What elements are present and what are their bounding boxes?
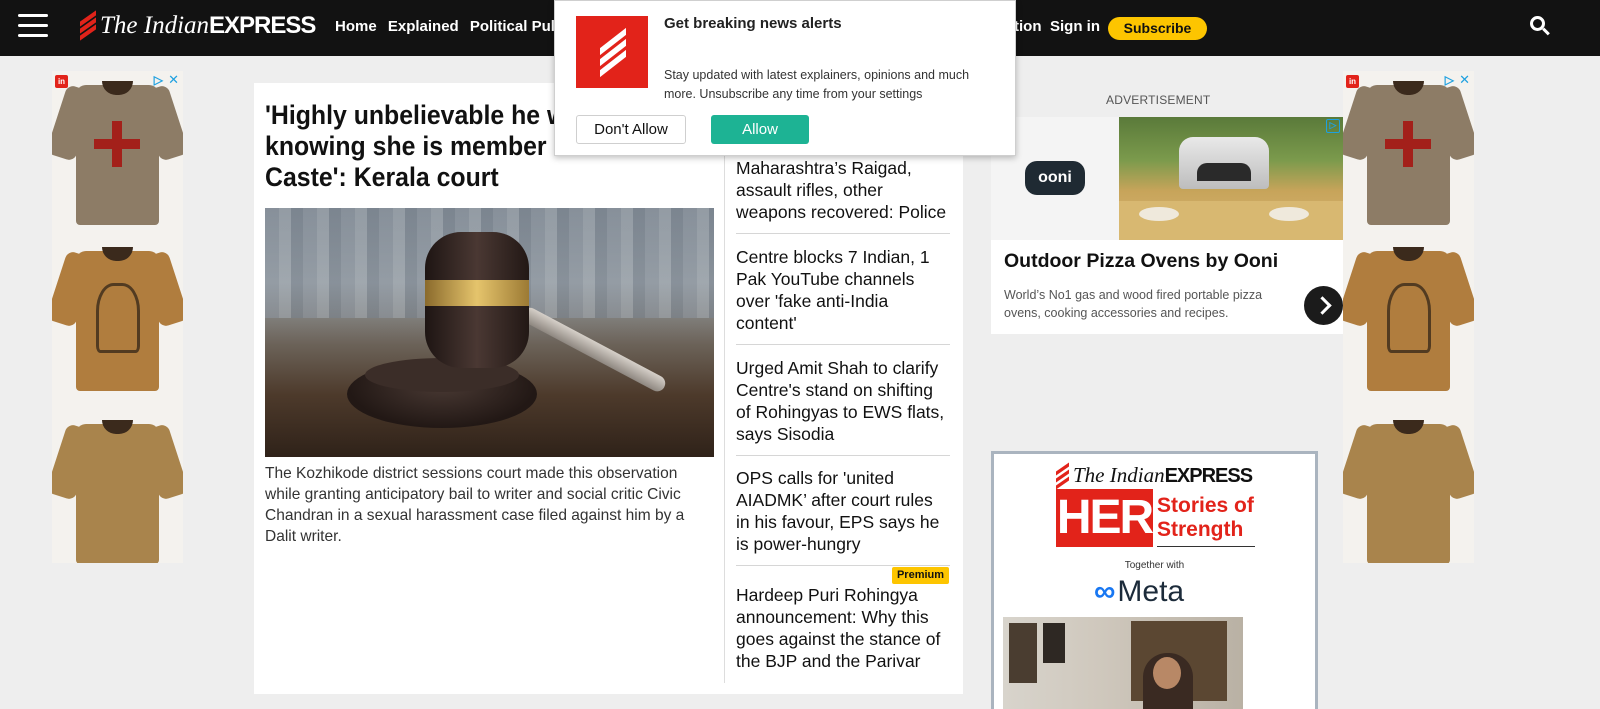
- ad-title[interactable]: Outdoor Pizza Ovens by Ooni: [1004, 250, 1278, 273]
- tagline-line: Stories of: [1157, 494, 1254, 517]
- ad-description: World’s No1 gas and wood fired portable …: [1004, 288, 1263, 320]
- site-logo[interactable]: The IndianEXPRESS: [80, 10, 316, 41]
- premium-badge: Premium: [892, 567, 949, 584]
- ad-badge: in: [55, 75, 68, 88]
- nav-item-home[interactable]: Home: [335, 18, 377, 35]
- dont-allow-button[interactable]: Don't Allow: [576, 115, 686, 144]
- ad-image[interactable]: ▷: [1119, 117, 1343, 240]
- subscribe-button[interactable]: Subscribe: [1108, 17, 1207, 40]
- lead-story-image[interactable]: [265, 208, 714, 457]
- shirt-image: [52, 243, 183, 393]
- logo-mark-icon: [80, 10, 96, 41]
- chevron-right-icon[interactable]: [1304, 286, 1343, 325]
- meta-wordmark: Meta: [1117, 575, 1185, 608]
- ad-badge: in: [1346, 75, 1359, 88]
- her-ad-logo: The IndianEXPRESS: [1056, 462, 1253, 490]
- nav-item-partial[interactable]: tion: [1014, 18, 1042, 35]
- search-icon[interactable]: [1530, 16, 1550, 36]
- shirt-image: [1343, 416, 1474, 563]
- notification-title: Get breaking news alerts: [664, 15, 842, 32]
- meta-infinity-icon: ∞: [1094, 575, 1116, 608]
- adchoices-icon[interactable]: ▷: [1445, 73, 1454, 87]
- right-skyscraper-ad[interactable]: in ▷ ✕: [1343, 71, 1474, 563]
- divider: [1157, 546, 1255, 547]
- close-icon[interactable]: ✕: [168, 72, 179, 88]
- lead-story-card: 'Highly unbelievable he wi knowing she i…: [254, 83, 963, 694]
- her-wordmark: HER: [1056, 489, 1154, 547]
- push-notification-prompt: Get breaking news alerts Stay updated wi…: [554, 0, 1016, 156]
- divider: [736, 233, 950, 234]
- her-tagline: Stories of Strength: [1157, 494, 1254, 542]
- shirt-image: [1343, 243, 1474, 393]
- allow-button[interactable]: Allow: [711, 115, 809, 144]
- logo-text-express: EXPRESS: [209, 12, 316, 39]
- story-link[interactable]: Hardeep Puri Rohingya announcement: Why …: [736, 584, 950, 672]
- lead-story-summary: The Kozhikode district sessions court ma…: [265, 465, 685, 545]
- tagline-line: Strength: [1157, 518, 1244, 541]
- close-icon[interactable]: ✕: [1459, 72, 1470, 88]
- ooni-logo: ooni: [1025, 161, 1085, 195]
- nav-item-explained[interactable]: Explained: [388, 18, 459, 35]
- divider: [736, 565, 950, 566]
- headline-line[interactable]: Caste': Kerala court: [265, 162, 697, 193]
- brand-logo-icon: [576, 16, 648, 88]
- meta-logo: ∞Meta: [1094, 575, 1184, 609]
- shirt-image: [1343, 77, 1474, 227]
- partner-label: Together with: [1124, 560, 1185, 571]
- story-link[interactable]: Urged Amit Shah to clarify Centre's stan…: [736, 357, 950, 445]
- sign-in-link[interactable]: Sign in: [1050, 18, 1100, 35]
- story-link[interactable]: OPS calls for 'united AIADMK’ after cour…: [736, 467, 950, 555]
- ooni-ad[interactable]: ooni ▷ Outdoor Pizza Ovens by Ooni World…: [991, 117, 1343, 334]
- her-stories-of-strength-ad[interactable]: The IndianEXPRESS HER Stories of Strengt…: [991, 451, 1318, 709]
- divider: [736, 455, 950, 456]
- logo-text-express: EXPRESS: [1164, 465, 1253, 487]
- hamburger-menu-icon[interactable]: [18, 14, 48, 40]
- story-link[interactable]: Centre blocks 7 Indian, 1 Pak YouTube ch…: [736, 246, 950, 334]
- nav-item-partial-label[interactable]: tion: [1014, 18, 1042, 35]
- shirt-image: [52, 416, 183, 563]
- divider: [736, 344, 950, 345]
- advertisement-label: ADVERTISEMENT: [1106, 93, 1211, 107]
- logo-text-the-indian: The Indian: [1073, 463, 1165, 487]
- notification-text: Stay updated with latest explainers, opi…: [664, 68, 970, 101]
- logo-mark-icon: [1056, 462, 1069, 490]
- column-divider: [724, 138, 725, 683]
- main-nav: Home Explained Political Pulse: [335, 18, 579, 35]
- her-ad-image: [1003, 617, 1243, 709]
- adchoices-icon[interactable]: ▷: [154, 73, 163, 87]
- left-skyscraper-ad[interactable]: in ▷ ✕: [52, 71, 183, 563]
- logo-text-the-indian: The Indian: [100, 12, 210, 39]
- shirt-image: [52, 77, 183, 227]
- adchoices-icon[interactable]: ▷: [1326, 119, 1340, 133]
- story-link[interactable]: Maharashtra’s Raigad, assault rifles, ot…: [736, 157, 950, 223]
